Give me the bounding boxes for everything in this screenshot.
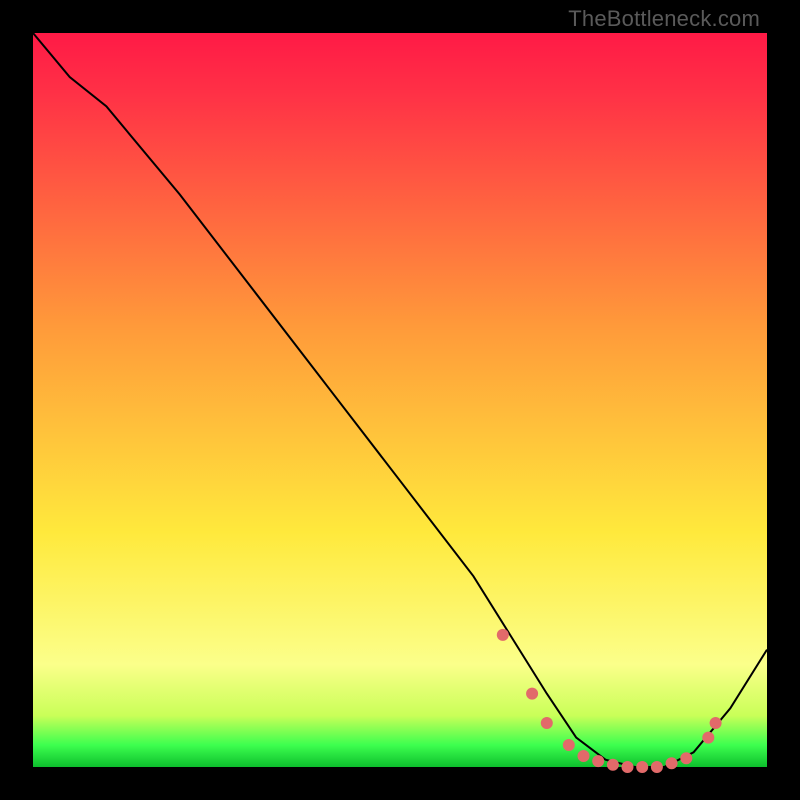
marker-point [702, 732, 714, 744]
marker-point [526, 688, 538, 700]
marker-point [622, 761, 634, 773]
plot-area [33, 33, 767, 767]
chart-frame: TheBottleneck.com [0, 0, 800, 800]
marker-point [680, 752, 692, 764]
curve-layer [33, 33, 767, 767]
marker-point [607, 759, 619, 771]
marker-point [592, 755, 604, 767]
marker-point [563, 739, 575, 751]
marker-point [497, 629, 509, 641]
marker-point [651, 761, 663, 773]
marker-point [578, 750, 590, 762]
marker-point [636, 761, 648, 773]
watermark-text: TheBottleneck.com [568, 6, 760, 32]
highlight-markers [497, 629, 722, 773]
bottleneck-curve [33, 33, 767, 767]
marker-point [710, 717, 722, 729]
marker-point [666, 757, 678, 769]
marker-point [541, 717, 553, 729]
